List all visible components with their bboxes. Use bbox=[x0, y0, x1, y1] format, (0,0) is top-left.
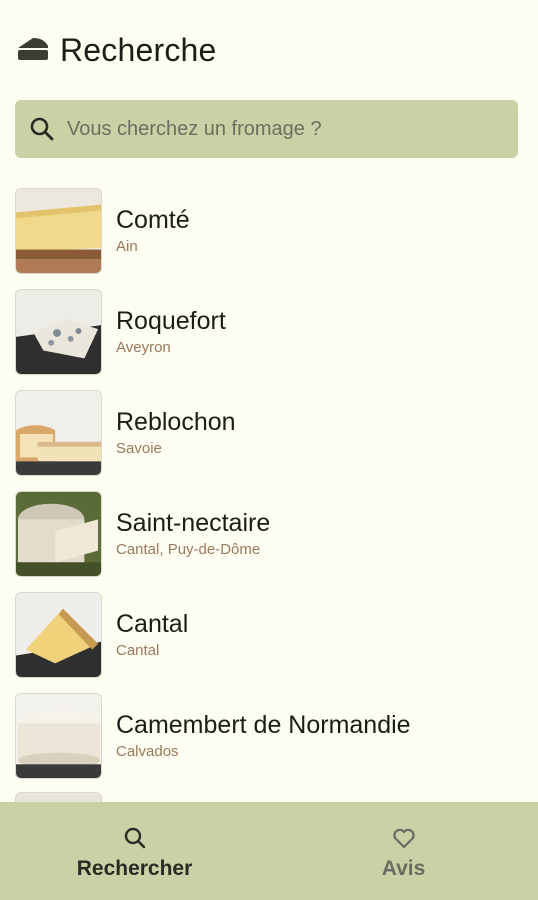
cheese-image-comte bbox=[15, 188, 102, 274]
nav-search-label: Rechercher bbox=[76, 857, 193, 880]
cheese-meta: Camembert de Normandie Calvados bbox=[116, 710, 411, 762]
cheese-name: Saint-nectaire bbox=[116, 509, 271, 537]
cheese-image-camembert bbox=[15, 693, 102, 779]
cheese-region: Cantal, Puy-de-Dôme bbox=[116, 541, 261, 558]
search-bar[interactable] bbox=[15, 100, 518, 158]
cheese-image-saint-nectaire bbox=[15, 491, 102, 577]
list-item[interactable]: Cantal Cantal bbox=[15, 592, 523, 678]
cheese-meta: Reblochon Savoie bbox=[116, 407, 236, 459]
cheese-meta: Comté Ain bbox=[116, 205, 190, 257]
cheese-name: Camembert de Normandie bbox=[116, 711, 411, 739]
bottom-navigation: Rechercher Avis bbox=[0, 802, 538, 900]
cheese-meta: Saint-nectaire Cantal, Puy-de-Dôme bbox=[116, 508, 270, 560]
list-item[interactable]: Reblochon Savoie bbox=[15, 390, 523, 476]
cheese-image-cantal bbox=[15, 592, 102, 678]
cheese-icon bbox=[18, 38, 48, 60]
cheese-region: Ain bbox=[116, 238, 138, 255]
nav-reviews[interactable]: Avis bbox=[269, 802, 538, 900]
cheese-image-reblochon bbox=[15, 390, 102, 476]
nav-reviews-label: Avis bbox=[381, 857, 426, 880]
page-header: Recherche bbox=[16, 30, 217, 70]
cheese-region: Cantal bbox=[116, 642, 160, 659]
list-item[interactable]: Camembert de Normandie Calvados bbox=[15, 693, 523, 779]
search-input[interactable] bbox=[67, 117, 487, 141]
heart-icon bbox=[392, 828, 415, 849]
list-item[interactable]: Comté Ain bbox=[15, 188, 523, 274]
cheese-name: Reblochon bbox=[116, 408, 236, 436]
cheese-region: Calvados bbox=[116, 743, 179, 760]
cheese-meta: Cantal Cantal bbox=[116, 609, 188, 661]
cheese-name: Cantal bbox=[116, 610, 189, 638]
app-root: Recherche Comté Ain bbox=[0, 0, 538, 900]
search-icon bbox=[124, 827, 145, 849]
cheese-image-roquefort bbox=[15, 289, 102, 375]
page-title: Recherche bbox=[60, 31, 217, 68]
list-item[interactable]: Roquefort Aveyron bbox=[15, 289, 523, 375]
cheese-region: Aveyron bbox=[116, 339, 171, 356]
cheese-region: Savoie bbox=[116, 440, 162, 457]
cheese-name: Roquefort bbox=[116, 307, 226, 335]
cheese-name: Comté bbox=[116, 206, 190, 234]
cheese-meta: Roquefort Aveyron bbox=[116, 306, 226, 358]
search-icon bbox=[30, 117, 54, 141]
cheese-list: Comté Ain Roquefort Aveyron Reblochon Sa… bbox=[15, 188, 523, 794]
nav-search[interactable]: Rechercher bbox=[0, 802, 269, 900]
list-item[interactable]: Saint-nectaire Cantal, Puy-de-Dôme bbox=[15, 491, 523, 577]
